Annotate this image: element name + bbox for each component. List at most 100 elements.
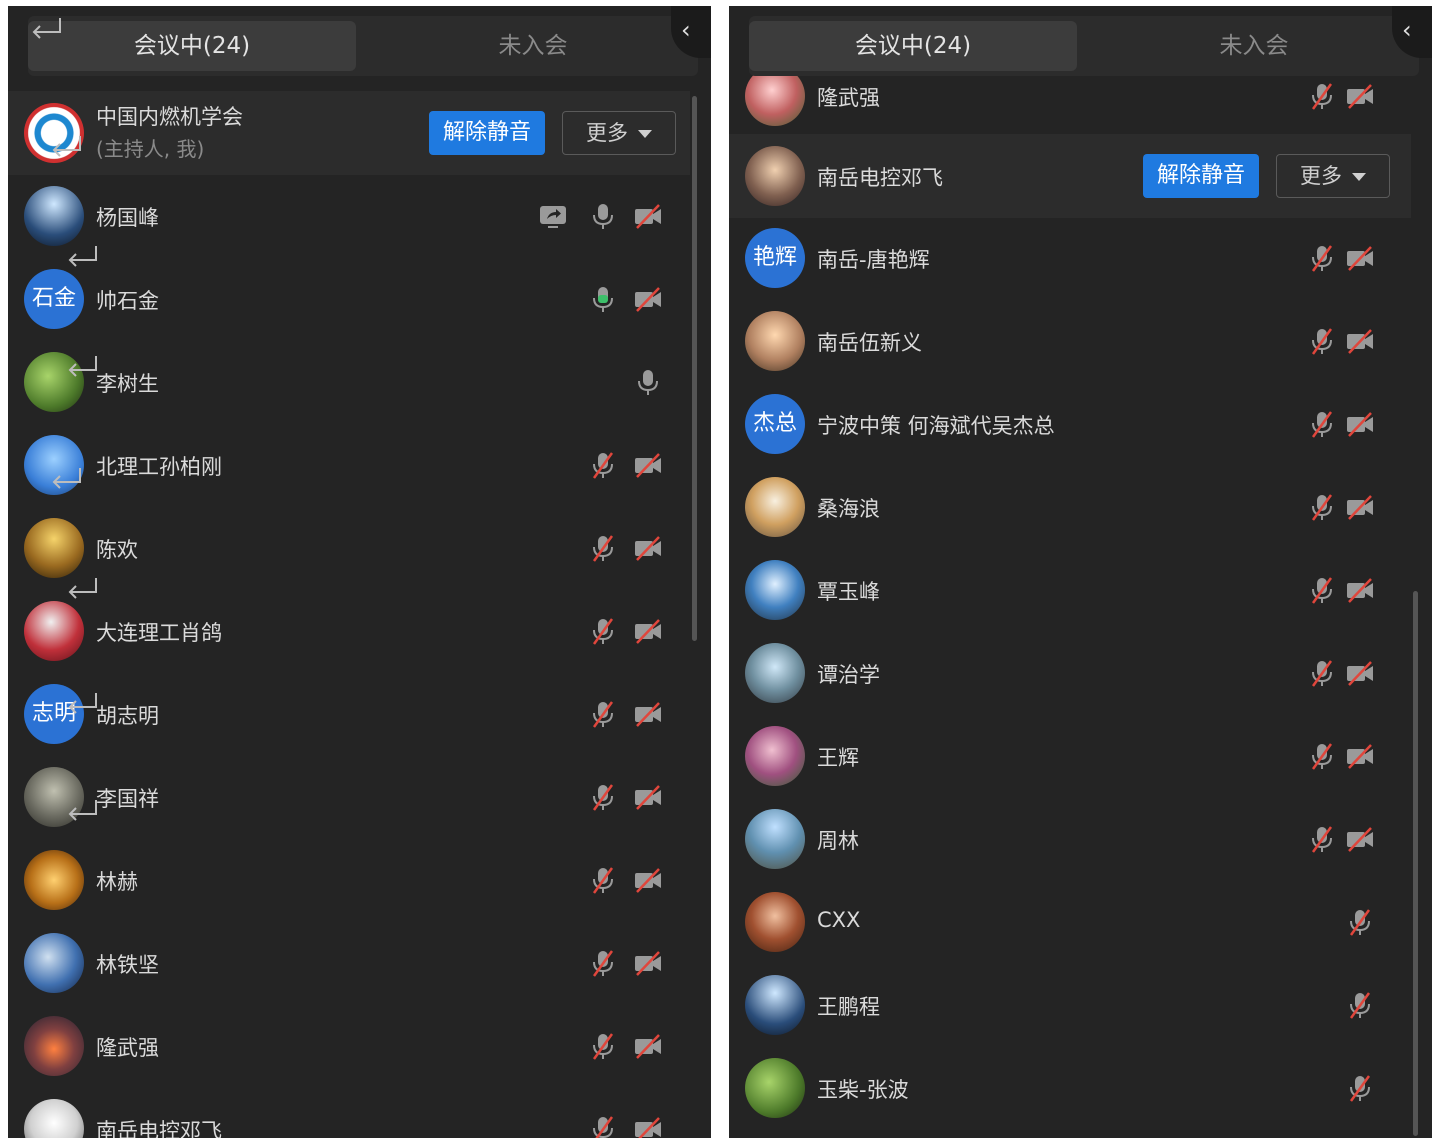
camera-off-icon[interactable]	[633, 699, 663, 729]
participant-row[interactable]: 志明 胡志明	[8, 674, 690, 754]
microphone-muted-icon[interactable]	[588, 1031, 618, 1061]
participant-row[interactable]: 李树生	[8, 342, 690, 422]
camera-off-icon[interactable]	[1345, 243, 1375, 273]
participant-row[interactable]: 周林	[729, 799, 1411, 879]
camera-off-icon[interactable]	[633, 201, 663, 231]
microphone-muted-icon[interactable]	[588, 533, 618, 563]
microphone-muted-icon[interactable]	[1307, 492, 1337, 522]
microphone-muted-icon[interactable]	[588, 699, 618, 729]
participant-row[interactable]: 南岳电控邓飞	[8, 1089, 690, 1138]
microphone-muted-icon[interactable]	[1345, 990, 1375, 1020]
participant-row[interactable]: 王辉	[729, 716, 1411, 796]
microphone-muted-icon[interactable]	[1307, 81, 1337, 111]
participant-row[interactable]: 隆武强	[8, 1006, 690, 1086]
camera-off-icon[interactable]	[633, 616, 663, 646]
participant-row[interactable]: 玉柴-张波	[729, 1048, 1411, 1128]
tab-in-meeting[interactable]: 会议中(24)	[28, 21, 356, 71]
microphone-icon[interactable]	[588, 201, 618, 231]
tab-not-joined[interactable]: 未入会	[368, 21, 698, 71]
more-button[interactable]: 更多	[562, 111, 676, 155]
microphone-muted-icon[interactable]	[588, 865, 618, 895]
avatar	[745, 477, 805, 537]
participant-row[interactable]: 南岳伍新义	[729, 301, 1411, 381]
enter-arrow-icon	[50, 466, 82, 492]
microphone-muted-icon[interactable]	[588, 450, 618, 480]
microphone-muted-icon[interactable]	[1307, 409, 1337, 439]
microphone-muted-icon[interactable]	[1307, 741, 1337, 771]
unmute-button[interactable]: 解除静音	[1143, 154, 1260, 198]
avatar	[745, 146, 805, 206]
camera-off-icon[interactable]	[633, 865, 663, 895]
microphone-muted-icon[interactable]	[1307, 243, 1337, 273]
participant-row[interactable]: 谭治学	[729, 633, 1411, 713]
more-button[interactable]: 更多	[1276, 154, 1390, 198]
participant-name: 桑海浪	[817, 497, 880, 521]
participants-panel-left: 中国内燃机学会 (主持人, 我) 解除静音 更多杨国峰石金 帅石金 李树生 北理工孙柏刚陈欢…	[8, 6, 711, 1138]
participant-name: 杨国峰	[96, 206, 159, 230]
camera-off-icon[interactable]	[1345, 81, 1375, 111]
participant-row[interactable]: 桑海浪	[729, 467, 1411, 547]
tab-in-meeting[interactable]: 会议中(24)	[749, 21, 1077, 71]
microphone-muted-icon[interactable]	[1307, 824, 1337, 854]
camera-off-icon[interactable]	[1345, 741, 1375, 771]
microphone-muted-icon[interactable]	[588, 1114, 618, 1138]
screen-share-icon	[538, 201, 568, 231]
microphone-icon[interactable]	[633, 367, 663, 397]
participant-name: 陈欢	[96, 538, 138, 562]
microphone-muted-icon[interactable]	[1307, 326, 1337, 356]
camera-off-icon[interactable]	[1345, 824, 1375, 854]
participant-row[interactable]: 石金 帅石金	[8, 259, 690, 339]
avatar	[745, 975, 805, 1035]
camera-off-icon[interactable]	[633, 533, 663, 563]
participant-row[interactable]: 林铁坚	[8, 923, 690, 1003]
unmute-button[interactable]: 解除静音	[429, 111, 546, 155]
participant-row[interactable]: 艳辉 南岳-唐艳辉	[729, 218, 1411, 298]
participant-row[interactable]: 杨国峰	[8, 176, 690, 256]
host-row[interactable]: 南岳电控邓飞 解除静音 更多	[729, 134, 1411, 218]
camera-off-icon[interactable]	[1345, 409, 1375, 439]
camera-off-icon[interactable]	[633, 948, 663, 978]
microphone-muted-icon[interactable]	[588, 782, 618, 812]
participant-row[interactable]: 陈欢	[8, 508, 690, 588]
participant-row[interactable]: 李国祥	[8, 757, 690, 837]
participant-row[interactable]: 大连理工肖鸽	[8, 591, 690, 671]
participant-name: 玉柴-张波	[817, 1078, 909, 1102]
microphone-muted-icon[interactable]	[1345, 907, 1375, 937]
participant-list: 中国内燃机学会 (主持人, 我) 解除静音 更多杨国峰石金 帅石金 李树生 北理工孙柏刚陈欢…	[8, 6, 711, 1138]
camera-off-icon[interactable]	[1345, 326, 1375, 356]
microphone-muted-icon[interactable]	[588, 616, 618, 646]
scrollbar[interactable]	[692, 96, 697, 641]
camera-off-icon[interactable]	[633, 1031, 663, 1061]
enter-arrow-icon	[66, 798, 98, 824]
avatar	[745, 809, 805, 869]
microphone-icon[interactable]	[588, 284, 618, 314]
more-label: 更多	[1300, 164, 1342, 188]
microphone-muted-icon[interactable]	[1307, 658, 1337, 688]
microphone-muted-icon[interactable]	[1345, 1073, 1375, 1103]
camera-off-icon[interactable]	[1345, 492, 1375, 522]
host-row[interactable]: 中国内燃机学会 (主持人, 我) 解除静音 更多	[8, 91, 690, 175]
camera-off-icon[interactable]	[633, 782, 663, 812]
participant-name: 隆武强	[96, 1036, 159, 1060]
participant-name: 胡志明	[96, 704, 159, 728]
camera-off-icon[interactable]	[633, 1114, 663, 1138]
participant-row[interactable]: 林赫	[8, 840, 690, 920]
camera-off-icon[interactable]	[1345, 575, 1375, 605]
participant-name: 中国内燃机学会	[96, 105, 243, 129]
tab-not-joined[interactable]: 未入会	[1089, 21, 1419, 71]
microphone-muted-icon[interactable]	[588, 948, 618, 978]
participant-row[interactable]: 覃玉峰	[729, 550, 1411, 630]
camera-off-icon[interactable]	[633, 450, 663, 480]
enter-arrow-icon	[66, 244, 98, 270]
microphone-muted-icon[interactable]	[1307, 575, 1337, 605]
participant-row[interactable]: CXX	[729, 882, 1411, 962]
participant-row[interactable]: 北理工孙柏刚	[8, 425, 690, 505]
enter-arrow-icon	[66, 691, 98, 717]
participant-row[interactable]: 王鹏程	[729, 965, 1411, 1045]
scrollbar[interactable]	[1413, 591, 1418, 1136]
camera-off-icon[interactable]	[633, 284, 663, 314]
participant-row[interactable]: 杰总 宁波中策 何海斌代吴杰总	[729, 384, 1411, 464]
participant-name: 南岳电控邓飞	[817, 166, 943, 190]
camera-off-icon[interactable]	[1345, 658, 1375, 688]
avatar	[24, 850, 84, 910]
